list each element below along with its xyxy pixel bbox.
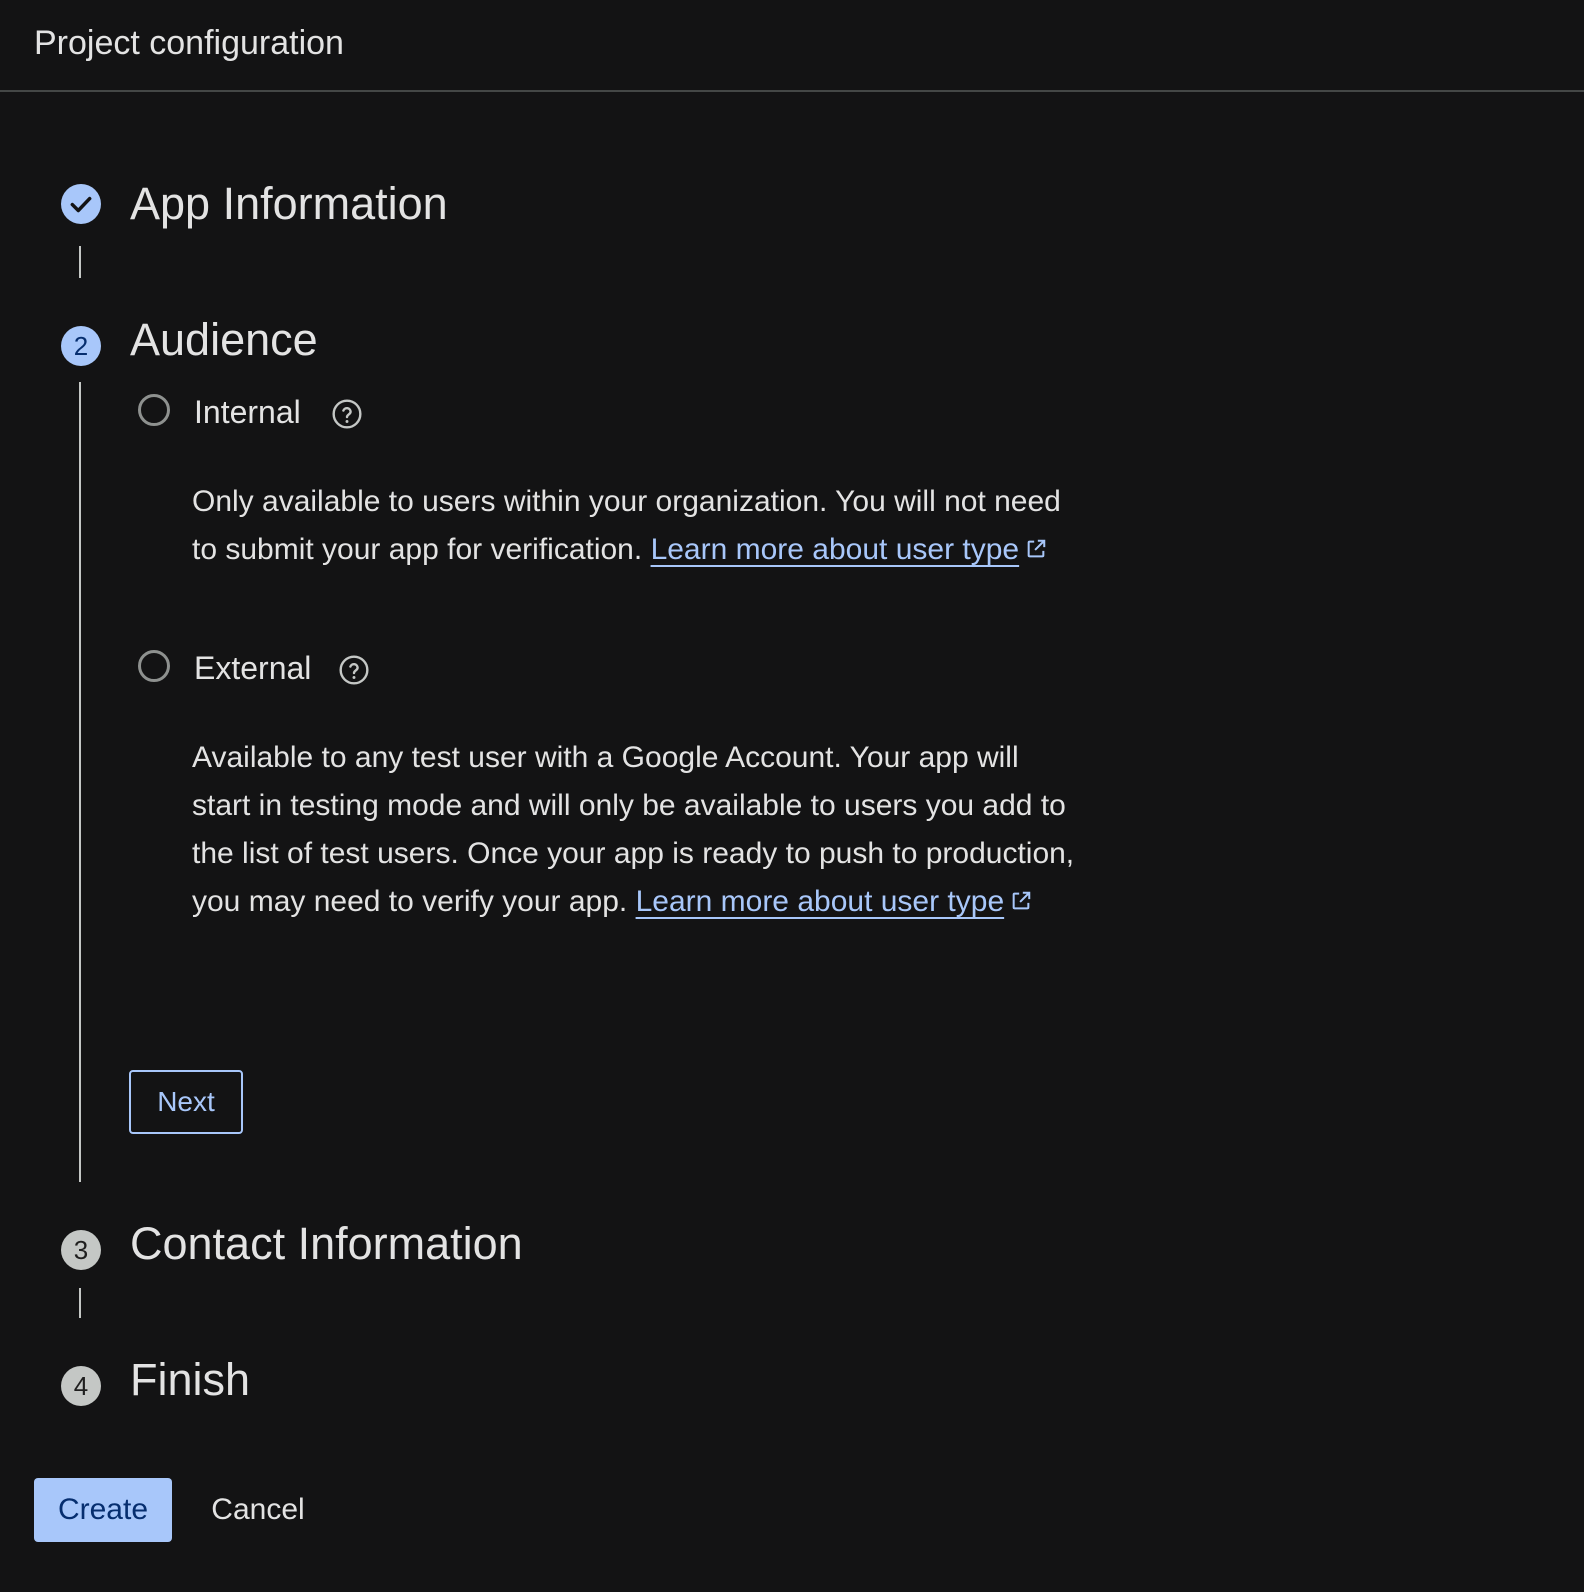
- dialog-title: Project configuration: [34, 24, 344, 62]
- step-3-number: 3: [73, 1234, 89, 1265]
- next-button[interactable]: Next: [129, 1070, 243, 1134]
- step-connector: [79, 382, 81, 1182]
- external-learn-more-link[interactable]: Learn more about user type: [636, 885, 1005, 918]
- step-2-title[interactable]: Audience: [130, 314, 318, 366]
- internal-learn-more-text: Learn more about user type: [650, 533, 1020, 566]
- step-1-title[interactable]: App Information: [130, 178, 448, 230]
- step-3-title[interactable]: Contact Information: [130, 1218, 523, 1270]
- step-2-number: 2: [73, 330, 89, 361]
- step-2-indicator: 2: [61, 326, 101, 366]
- check-icon: [70, 196, 92, 213]
- step-4-number: 4: [73, 1370, 89, 1401]
- open-in-new-icon: [1012, 891, 1031, 910]
- create-button[interactable]: Create: [34, 1478, 172, 1542]
- internal-learn-more-link[interactable]: Learn more about user type: [651, 533, 1020, 566]
- internal-radio[interactable]: [138, 394, 170, 426]
- step-3-indicator: 3: [61, 1230, 101, 1270]
- help-circle-icon[interactable]: [331, 398, 363, 430]
- cancel-button[interactable]: Cancel: [196, 1478, 320, 1542]
- step-4-title[interactable]: Finish: [130, 1354, 250, 1406]
- step-4-indicator: 4: [61, 1366, 101, 1406]
- external-radio[interactable]: [138, 650, 170, 682]
- step-1-indicator: [61, 184, 101, 224]
- open-in-new-icon: [1027, 539, 1046, 558]
- dialog-header: Project configuration: [0, 0, 1584, 92]
- help-circle-icon[interactable]: [338, 654, 370, 686]
- internal-label[interactable]: Internal: [194, 394, 301, 431]
- internal-description: Only available to users within your orga…: [192, 478, 1082, 574]
- step-connector: [79, 1288, 81, 1318]
- step-connector: [79, 246, 81, 278]
- external-label[interactable]: External: [194, 650, 311, 687]
- external-learn-more-text: Learn more about user type: [635, 885, 1005, 918]
- external-description: Available to any test user with a Google…: [192, 734, 1082, 926]
